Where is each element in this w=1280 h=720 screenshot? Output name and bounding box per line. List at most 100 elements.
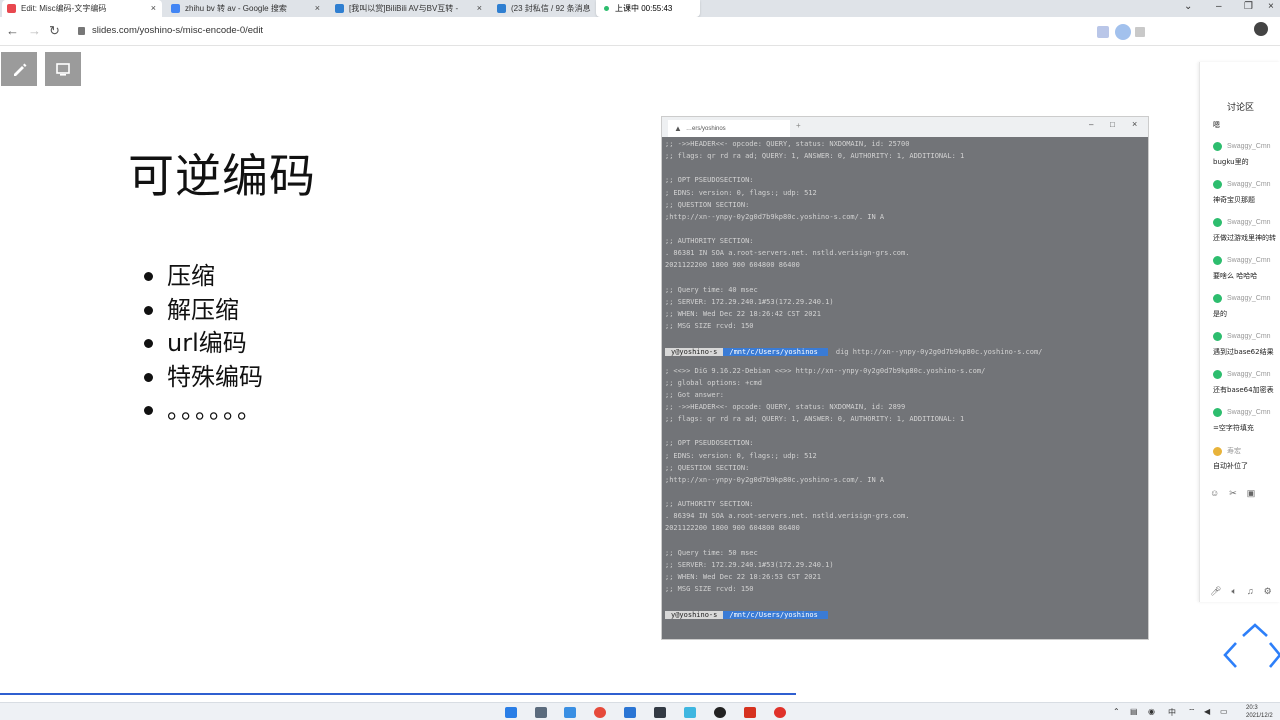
message-author: Swaggy_Cmn — [1213, 142, 1271, 151]
close-tab-icon[interactable]: × — [477, 3, 482, 13]
author-name: Swaggy_Cmn — [1227, 181, 1271, 188]
minimize-icon[interactable]: – — [1216, 1, 1222, 12]
terminal-line: ;; Got answer: — [665, 390, 725, 399]
tray-app-icon[interactable]: ▤ — [1130, 707, 1138, 716]
close-tab-icon[interactable]: × — [151, 3, 156, 13]
terminal-line: ;; QUESTION SECTION: — [665, 200, 750, 209]
volume-icon[interactable]: ◀ — [1204, 707, 1210, 716]
present-button[interactable] — [45, 52, 81, 86]
avatar — [1213, 294, 1222, 303]
terminal-line: ;; SERVER: 172.29.240.1#53(172.29.240.1) — [665, 560, 834, 569]
message-text: 嗯 — [1213, 121, 1220, 129]
live-class-indicator[interactable]: 上课中 00:55:43 — [596, 0, 700, 17]
avatar — [1213, 142, 1222, 151]
slide-right-arrow-icon[interactable] — [1268, 640, 1280, 670]
back-icon[interactable]: ← — [6, 23, 19, 38]
bullet-item: 特殊编码 — [142, 361, 263, 395]
url-field[interactable]: slides.com/yoshino-s/misc-encode-0/edit — [78, 25, 263, 36]
tray-app-icon[interactable]: ◉ — [1148, 707, 1155, 716]
reload-icon[interactable]: ↻ — [49, 23, 60, 39]
tab-search-icon[interactable]: ⌄ — [1184, 1, 1192, 12]
author-name: Swaggy_Cmn — [1227, 371, 1271, 378]
github-icon[interactable] — [714, 707, 726, 718]
speaker-icon[interactable]: 🔈︎ — [1231, 586, 1236, 597]
prompt-command: dig http://xn--ynpy-0y2g0d7b9kp80c.yoshi… — [835, 348, 1043, 357]
bullet-item: url编码 — [142, 327, 263, 361]
avatar — [1213, 446, 1222, 456]
tab-title: (23 封私信 / 92 条消息 — [511, 4, 591, 13]
box-app-icon[interactable] — [684, 707, 696, 718]
prompt-path: /mnt/c/Users/yoshinos — [723, 348, 828, 357]
terminal-line: ;; Query time: 40 msec — [665, 285, 758, 294]
wifi-icon[interactable]: ⌔ — [1188, 707, 1196, 717]
bullet-dot — [144, 406, 153, 416]
message-text: =空字符填充 — [1213, 424, 1254, 432]
clock-date: 2021/12/2 — [1246, 713, 1273, 719]
tab-title: zhihu bv 转 av - Google 搜索 — [185, 4, 287, 13]
netease-music-icon[interactable] — [774, 707, 786, 718]
terminal-screenshot[interactable]: ▲ …ers/yoshinos + – □ × ;; ->>HEADER<<- … — [661, 116, 1149, 640]
tab-edit-misc[interactable]: Edit: Misc编码-文字编码 × — [2, 0, 162, 17]
settings-icon[interactable]: ⚙ — [1264, 586, 1272, 597]
profile-avatar[interactable] — [1254, 22, 1268, 36]
battery-icon[interactable]: ▭ — [1220, 707, 1228, 716]
terminal-line: ;http://xn--ynpy-0y2g0d7b9kp80c.yoshino-… — [665, 212, 885, 221]
message-author: Swaggy_Cmn — [1213, 180, 1271, 189]
tab-zhihu-messages[interactable]: (23 封私信 / 92 条消息 — [492, 0, 592, 17]
prompt-user: y@yoshino-s — [665, 348, 724, 357]
maximize-icon[interactable]: ❐ — [1244, 1, 1253, 12]
vscode-icon[interactable] — [624, 707, 636, 718]
address-bar: ← → ↻ slides.com/yoshino-s/misc-encode-0… — [0, 17, 1280, 46]
terminal-maximize-icon: □ — [1110, 120, 1115, 129]
slide-up-arrow-icon[interactable] — [1240, 622, 1270, 638]
terminal-tab: ▲ …ers/yoshinos — [668, 120, 790, 137]
terminal-line: ;; QUESTION SECTION: — [665, 463, 750, 472]
close-window-icon[interactable]: × — [1268, 1, 1274, 12]
message-author: Swaggy_Cmn — [1213, 218, 1271, 227]
system-clock[interactable]: 20:3 2021/12/2 — [1246, 704, 1273, 720]
message-text: 是的 — [1213, 310, 1227, 318]
music-icon[interactable]: ♫ — [1247, 586, 1254, 597]
message-author: 寿宏 — [1213, 446, 1241, 456]
author-name: Swaggy_Cmn — [1227, 295, 1271, 302]
forward-icon[interactable]: → — [28, 23, 41, 38]
message-text: 神奇宝贝那题 — [1213, 196, 1255, 204]
mail-icon[interactable] — [535, 707, 547, 718]
ime-indicator[interactable]: 中 — [1168, 707, 1176, 718]
tab-google-search[interactable]: zhihu bv 转 av - Google 搜索 × — [166, 0, 326, 17]
emoji-icon[interactable]: ☺ — [1210, 488, 1219, 499]
edit-button[interactable] — [1, 52, 37, 86]
pdf-reader-icon[interactable] — [744, 707, 756, 718]
image-icon[interactable]: ▣ — [1247, 488, 1256, 499]
message-author: Swaggy_Cmn — [1213, 332, 1271, 341]
new-tab-icon: + — [796, 121, 801, 130]
discussion-header: 讨论区 — [1226, 103, 1254, 113]
slide-left-arrow-icon[interactable] — [1222, 640, 1238, 670]
terminal-icon[interactable] — [654, 707, 666, 718]
screen: Edit: Misc编码-文字编码 × zhihu bv 转 av - Goog… — [0, 0, 1280, 720]
message-text: 还做过游戏里神的转 — [1213, 234, 1276, 242]
terminal-close-icon: × — [1132, 119, 1138, 129]
tab-bilibili-av-bv[interactable]: [我叫以赏]BiliBili AV与BV互转 - × — [330, 0, 488, 17]
close-tab-icon[interactable]: × — [315, 3, 320, 13]
terminal-line: ;; ->>HEADER<<- opcode: QUERY, status: N… — [665, 402, 906, 411]
todo-icon[interactable] — [564, 707, 576, 718]
zhihu-favicon-icon — [335, 4, 344, 13]
tray-chevron-icon[interactable]: ⌃ — [1113, 707, 1120, 716]
microphone-icon[interactable]: 🎤︎ — [1210, 586, 1221, 597]
terminal-minimize-icon: – — [1089, 120, 1094, 129]
terminal-line: ;; AUTHORITY SECTION: — [665, 237, 754, 246]
bullet-text: 。。。。。。 — [167, 396, 263, 425]
slides-favicon-icon — [7, 4, 16, 13]
avatar — [1213, 370, 1222, 379]
scissors-icon[interactable]: ✂ — [1229, 488, 1237, 499]
chrome-icon[interactable] — [594, 707, 606, 718]
bullet-text: 特殊编码 — [167, 362, 263, 391]
extension-overlay-icon[interactable] — [1097, 23, 1147, 41]
slide-bullet-list: 压缩 解压缩 url编码 特殊编码 。。。。。。 — [142, 260, 263, 428]
bullet-text: 压缩 — [167, 262, 215, 290]
message-text: 要啥么 哈哈哈 — [1213, 272, 1258, 280]
avatar — [1213, 256, 1222, 265]
windows-start-icon[interactable] — [505, 707, 517, 718]
